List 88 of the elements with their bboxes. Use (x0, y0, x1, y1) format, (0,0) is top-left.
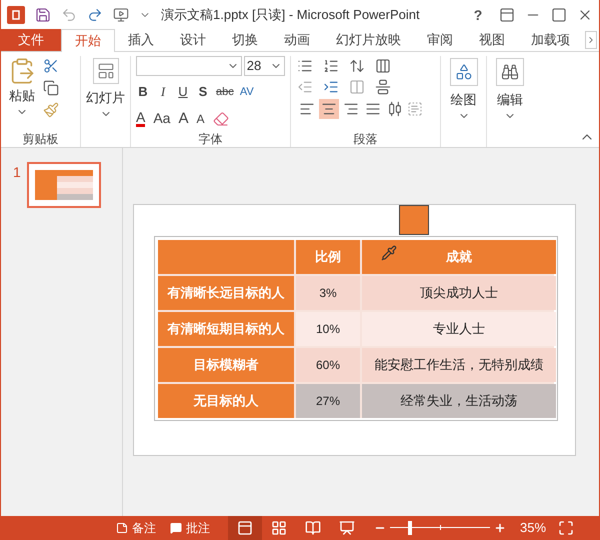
comment-icon (170, 522, 182, 534)
editing-button[interactable]: 编辑 (496, 56, 524, 122)
shapes-icon (450, 58, 478, 86)
binoculars-icon (496, 58, 524, 86)
table-header-cell: 比例 (296, 240, 360, 274)
ribbon-tab[interactable]: 幻灯片放映 (323, 29, 414, 51)
slide-number: 1 (13, 163, 21, 182)
view-icon (305, 520, 321, 536)
alignment-icon (299, 101, 315, 117)
table-header-cell: 成就 (362, 240, 556, 274)
numbering-icon[interactable] (323, 58, 339, 74)
slide-thumbnail[interactable] (26, 162, 101, 208)
app-logo-icon (7, 6, 25, 24)
notes-button[interactable]: 备注 (116, 519, 156, 537)
scroll-right-icon[interactable] (585, 31, 597, 49)
align-button[interactable] (319, 99, 339, 119)
slide-layout-button[interactable]: 幻灯片 (86, 56, 125, 120)
font-name-field[interactable] (136, 56, 242, 76)
ribbon-tab[interactable]: 设计 (167, 29, 219, 51)
table-row-header: 有清晰长远目标的人 (158, 276, 294, 310)
notes-icon (116, 522, 128, 534)
alignment-icon (321, 101, 337, 117)
ribbon-display-icon[interactable] (499, 7, 515, 23)
alignment-icon (365, 101, 381, 117)
table-cell: 专业人士 (362, 312, 556, 346)
view-icon (237, 520, 253, 536)
ribbon-tab[interactable]: 插入 (115, 29, 167, 51)
cut-icon[interactable] (43, 58, 59, 74)
table-selection-frame[interactable]: 比例 成就 有清晰长远目标的人 3% 顶尖成功人士 有清晰短期目标的人 10% 专业人士 目标模糊者 60% 能安慰工作生活，无特别成绩 无目标的人 27% 经常失业，生活动荡 (154, 236, 558, 421)
thumbnail-drawing (32, 168, 95, 202)
font-color-button[interactable]: A (136, 110, 146, 128)
align-text-icon[interactable] (375, 79, 391, 95)
redo-icon[interactable] (87, 7, 103, 23)
copy-icon[interactable] (43, 80, 59, 96)
ribbon-tab[interactable]: 视图 (466, 29, 518, 51)
layout-icon (92, 58, 118, 84)
zoom-slider[interactable] (390, 521, 490, 535)
table-row-header: 无目标的人 (158, 384, 294, 418)
font-style-button[interactable]: I (156, 82, 170, 102)
table-cell: 经常失业，生活动荡 (362, 384, 556, 418)
font-style-button[interactable]: AV (240, 84, 254, 100)
group-label: 段落 (354, 131, 378, 148)
font-style-button[interactable]: B (136, 82, 150, 102)
ribbon-tab[interactable]: 切换 (219, 29, 271, 51)
font-style-button[interactable]: abc (216, 84, 234, 100)
ribbon-tab[interactable]: 动画 (271, 29, 323, 51)
file-tab[interactable]: 文件 (1, 29, 61, 51)
line-spacing-icon[interactable] (349, 58, 365, 74)
zoom-in-icon[interactable] (494, 522, 506, 534)
table-cell: 10% (296, 312, 360, 346)
slideshow-icon[interactable] (113, 7, 129, 23)
view-icon (271, 520, 287, 536)
save-icon[interactable] (35, 7, 51, 23)
maximize-icon[interactable] (551, 7, 567, 23)
help-button[interactable]: ? (467, 4, 489, 26)
table-cell: 能安慰工作生活，无特别成绩 (362, 348, 556, 382)
clear-formatting-icon[interactable] (212, 110, 228, 127)
ribbon-tab[interactable]: 开始 (61, 29, 115, 52)
increase-indent-icon[interactable] (323, 79, 339, 95)
alignment-icon (343, 101, 359, 117)
font-style-button[interactable]: U (176, 82, 190, 102)
group-label: 剪贴板 (22, 131, 58, 148)
table-row-header: 目标模糊者 (158, 348, 294, 382)
group-label: 字体 (198, 131, 222, 148)
zoom-level[interactable]: 35% (520, 518, 546, 538)
table-row-header: 有清晰短期目标的人 (158, 312, 294, 346)
table-cell: 27% (296, 384, 360, 418)
view-icon (339, 520, 355, 536)
change-case-button[interactable]: Aa (153, 108, 170, 130)
drawing-button[interactable]: 绘图 (450, 56, 478, 122)
comments-button[interactable]: 批注 (170, 519, 210, 537)
normal-view-button[interactable] (228, 516, 262, 540)
shrink-font-button[interactable]: A (196, 110, 204, 128)
grow-font-button[interactable]: A (178, 108, 188, 130)
eyedropper-icon (381, 245, 397, 261)
color-preview-swatch (399, 205, 429, 235)
table-cell: 60% (296, 348, 360, 382)
table-cell: 顶尖成功人士 (362, 276, 556, 310)
alignment-icon (387, 101, 403, 117)
fit-to-window-icon[interactable] (558, 520, 574, 536)
font-size-field[interactable]: 28 (244, 56, 285, 76)
zoom-slider-thumb[interactable] (408, 521, 412, 535)
paste-button[interactable]: 粘贴 (5, 56, 39, 131)
table-cell: 3% (296, 276, 360, 310)
window-title: 演示文稿1.pptx [只读] - Microsoft PowerPoint (161, 6, 420, 24)
ribbon-tab[interactable]: 审阅 (414, 29, 466, 51)
ribbon-tab[interactable]: 加载项 (518, 29, 583, 51)
font-style-button[interactable]: S (196, 82, 210, 102)
